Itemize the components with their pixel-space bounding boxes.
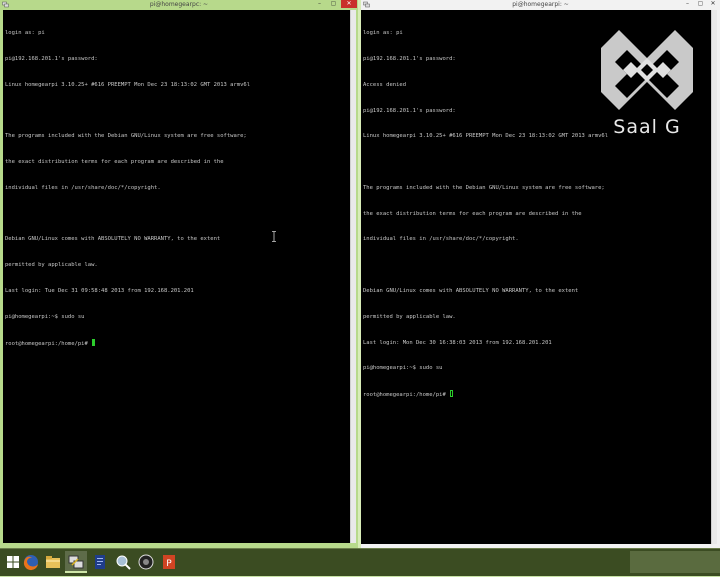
terminal-line: The programs included with the Debian GN…: [363, 184, 605, 191]
taskbar-firefox[interactable]: [20, 551, 42, 573]
title-bar[interactable]: pi@homegearpc: ~ – ▢ ✕: [0, 0, 358, 9]
maximize-button[interactable]: ▢: [696, 0, 705, 8]
terminal-area[interactable]: login as: pi pi@192.168.201.1's password…: [3, 10, 350, 543]
terminal-line: individual files in /usr/share/doc/*/cop…: [5, 184, 161, 191]
window-title: pi@homegearpc: ~: [149, 1, 209, 8]
terminal-line: login as: pi: [363, 30, 403, 37]
svg-text:P: P: [166, 559, 172, 569]
terminal-output: login as: pi pi@192.168.201.1's password…: [363, 12, 608, 416]
terminal-line: pi@homegearpi:~$ sudo su: [5, 313, 85, 320]
terminal-line: Linux homegearpi 3.10.25+ #616 PREEMPT M…: [363, 133, 609, 140]
terminal-line: login as: pi: [5, 30, 45, 37]
putty-icon: [68, 555, 84, 569]
watermark-logo: Saal G: [597, 28, 697, 138]
close-button[interactable]: ✕: [707, 0, 719, 8]
folder-icon: [46, 556, 60, 568]
taskbar: P: [0, 548, 720, 576]
terminal-line: permitted by applicable law.: [5, 262, 98, 269]
shell-prompt: root@homegearpi:/home/pi#: [363, 392, 446, 399]
minimize-button[interactable]: –: [315, 0, 324, 8]
terminal-line: pi@192.168.201.1's password:: [363, 55, 456, 62]
terminal-cursor: [92, 338, 96, 346]
shell-prompt: root@homegearpi:/home/pi#: [5, 340, 88, 347]
terminal-cursor: [450, 390, 454, 398]
close-button[interactable]: ✕: [341, 0, 357, 8]
terminal-line: permitted by applicable law.: [363, 313, 456, 320]
saal-g-logo-icon: [601, 30, 693, 110]
terminal-line: pi@192.168.201.1's password:: [5, 55, 98, 62]
taskbar-putty[interactable]: [65, 551, 87, 573]
powerpoint-icon: P: [163, 555, 175, 569]
terminal-line: The programs included with the Debian GN…: [5, 133, 247, 140]
document-icon: [95, 555, 105, 569]
terminal-line: Last login: Tue Dec 31 09:58:48 2013 fro…: [5, 288, 194, 294]
putty-window-left[interactable]: pi@homegearpc: ~ – ▢ ✕ login as: pi pi@1…: [0, 0, 358, 548]
taskbar-app-blue[interactable]: [89, 551, 111, 573]
terminal-area[interactable]: login as: pi pi@192.168.201.1's password…: [361, 10, 711, 544]
terminal-line: Debian GNU/Linux comes with ABSOLUTELY N…: [363, 288, 579, 294]
i-beam-cursor-icon: [272, 231, 276, 242]
taskbar-file-explorer[interactable]: [42, 551, 64, 573]
terminal-line: Access denied: [363, 81, 407, 88]
terminal-line: pi@homegearpi:~$ sudo su: [363, 365, 443, 372]
terminal-line: pi@192.168.201.1's password:: [363, 107, 456, 114]
terminal-line: Linux homegearpi 3.10.25+ #616 PREEMPT M…: [5, 81, 251, 88]
terminal-line: Debian GNU/Linux comes with ABSOLUTELY N…: [5, 236, 221, 243]
window-title: pi@homegearpi: ~: [512, 1, 569, 8]
speaker-icon: [138, 554, 154, 570]
vertical-scrollbar[interactable]: [350, 10, 356, 543]
terminal-prompt-line[interactable]: root@homegearpi:/home/pi#: [5, 338, 250, 348]
terminal-line: the exact distribution terms for each pr…: [5, 159, 224, 166]
terminal-line: individual files in /usr/share/doc/*/cop…: [363, 236, 519, 243]
tools-icon: [116, 555, 131, 570]
maximize-button[interactable]: ▢: [329, 0, 338, 8]
vertical-scrollbar[interactable]: [711, 10, 717, 544]
taskbar-app-tools[interactable]: [112, 551, 134, 573]
minimize-button[interactable]: –: [683, 0, 692, 8]
terminal-output: login as: pi pi@192.168.201.1's password…: [5, 12, 250, 364]
desktop: pi@homegearpc: ~ – ▢ ✕ login as: pi pi@1…: [0, 0, 720, 576]
title-bar[interactable]: pi@homegearpi: ~ – ▢ ✕: [361, 0, 720, 9]
taskbar-powerpoint[interactable]: P: [158, 551, 180, 573]
taskbar-app-speaker[interactable]: [135, 551, 157, 573]
terminal-line: the exact distribution terms for each pr…: [363, 210, 582, 217]
watermark-text: Saal G: [613, 116, 681, 138]
system-tray[interactable]: [630, 551, 720, 573]
putty-window-right[interactable]: pi@homegearpi: ~ – ▢ ✕ login as: pi pi@1…: [361, 0, 720, 548]
terminal-line: Last login: Mon Dec 30 16:38:03 2013 fro…: [363, 339, 552, 346]
terminal-prompt-line[interactable]: root@homegearpi:/home/pi#: [363, 390, 608, 399]
firefox-icon: [23, 555, 38, 571]
